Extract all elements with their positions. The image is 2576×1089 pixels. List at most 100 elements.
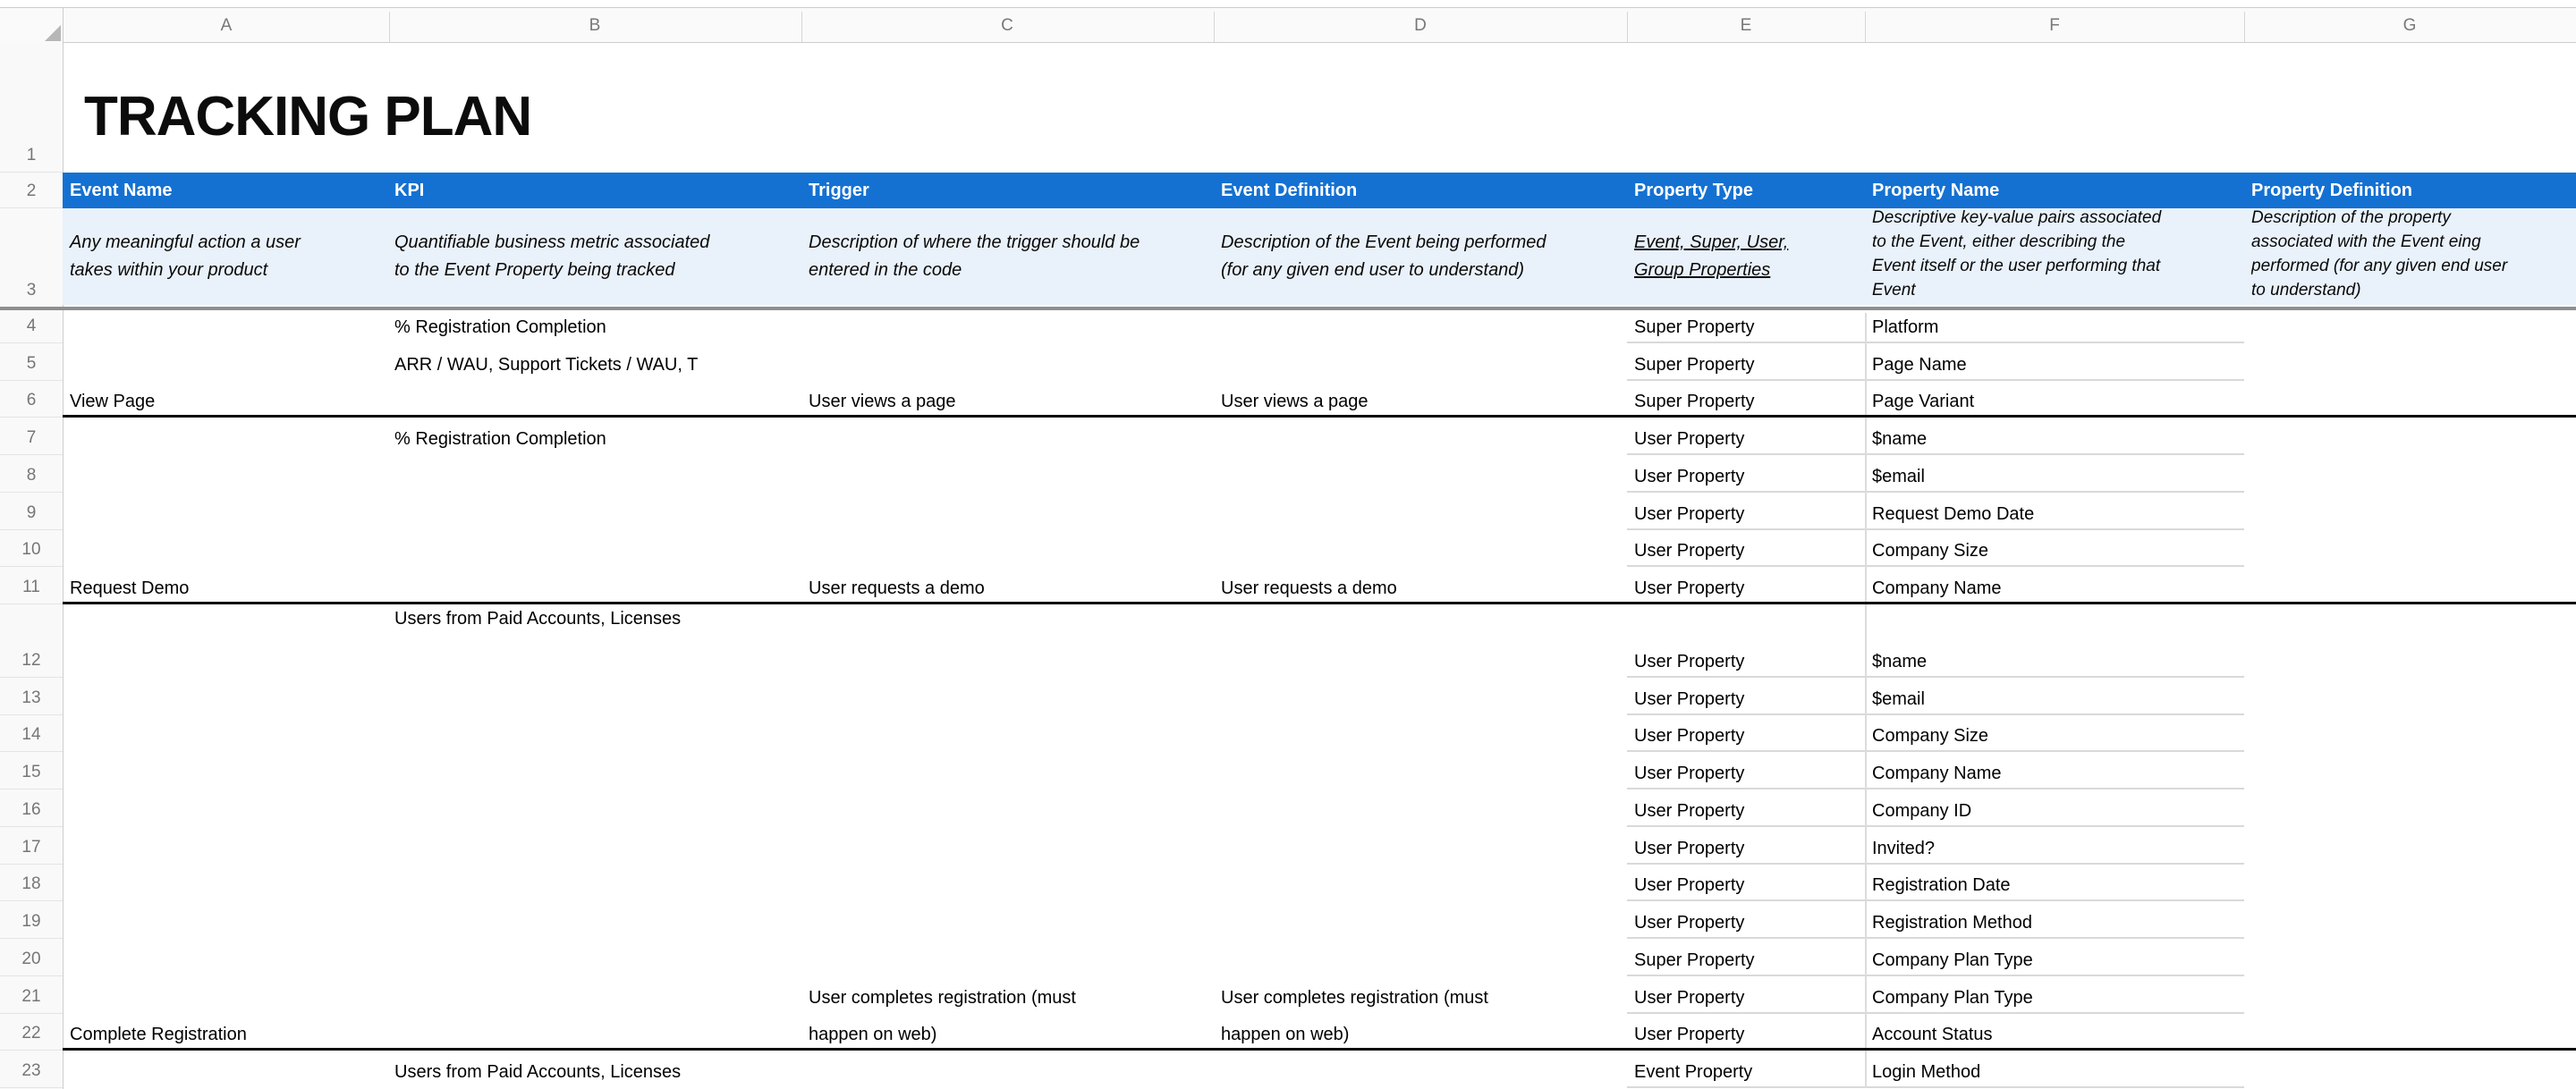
cell-G3[interactable]: Description of the property associated w… [2251,208,2576,305]
cell-E13[interactable]: User Property [1634,688,1744,710]
cell-A11[interactable]: Request Demo [70,578,189,599]
cell-E21[interactable]: User Property [1634,987,1744,1009]
cell-F6[interactable]: Page Variant [1872,391,1974,412]
row-header-18[interactable]: 18 [0,865,63,902]
cell-E19[interactable]: User Property [1634,912,1744,933]
cell-F3[interactable]: Descriptive key-value pairs associated t… [1872,208,2248,305]
cell-F22[interactable]: Account Status [1872,1024,1993,1045]
cell-C3[interactable]: Description of where the trigger should … [809,229,1140,284]
cell-B3[interactable]: Quantifiable business metric associated … [394,229,709,284]
cell-F17[interactable]: Invited? [1872,838,1935,859]
cell-E22[interactable]: User Property [1634,1024,1744,1045]
cell-A3[interactable]: Any meaningful action a user takes withi… [70,229,301,284]
cell-F13[interactable]: $email [1872,688,1925,710]
cell-D21[interactable]: User completes registration (must [1221,987,1488,1009]
cell-E8[interactable]: User Property [1634,466,1744,487]
cell-C21[interactable]: User completes registration (must [809,987,1076,1009]
cell-E14[interactable]: User Property [1634,725,1744,747]
column-header-C[interactable]: C [971,8,1043,42]
cell-E5[interactable]: Super Property [1634,354,1755,376]
row-header-13[interactable]: 13 [0,678,63,715]
cell-C6[interactable]: User views a page [809,391,956,412]
column-header-E[interactable]: E [1710,8,1782,42]
row-header-12[interactable]: 12 [0,604,63,678]
row-header-8[interactable]: 8 [0,455,63,493]
column-header-A[interactable]: A [191,8,262,42]
row-header-10[interactable]: 10 [0,530,63,568]
cell-E16[interactable]: User Property [1634,800,1744,822]
select-all-icon[interactable] [45,25,61,41]
row-header-23[interactable]: 23 [0,1051,63,1088]
cell-F15[interactable]: Company Name [1872,763,2002,784]
cell-E11[interactable]: User Property [1634,578,1744,599]
row-header-16[interactable]: 16 [0,789,63,827]
row-header-1[interactable]: 1 [0,42,63,173]
column-header-D[interactable]: D [1385,8,1456,42]
cell-E7[interactable]: User Property [1634,428,1744,450]
cell-A22[interactable]: Complete Registration [70,1024,247,1045]
cell-E3[interactable]: Event, Super, User, Group Properties [1634,229,1788,284]
cell-E15[interactable]: User Property [1634,763,1744,784]
cell-E6[interactable]: Super Property [1634,391,1755,412]
column-header-G[interactable]: G [2374,8,2445,42]
column-header-B[interactable]: B [559,8,631,42]
row-header-19[interactable]: 19 [0,901,63,939]
cell-E20[interactable]: Super Property [1634,950,1755,971]
cell-F16[interactable]: Company ID [1872,800,1971,822]
cell-B23[interactable]: Users from Paid Accounts, Licenses [394,1061,681,1083]
cell-A6[interactable]: View Page [70,391,155,412]
cell-F19[interactable]: Registration Method [1872,912,2032,933]
cell-D3[interactable]: Description of the Event being performed… [1221,229,1546,284]
cell-E9[interactable]: User Property [1634,503,1744,525]
cell-D22[interactable]: happen on web) [1221,1024,1349,1045]
cell-F8[interactable]: $email [1872,466,1925,487]
header-trigger[interactable]: Trigger [809,181,869,201]
cell-F20[interactable]: Company Plan Type [1872,950,2033,971]
cell-F5[interactable]: Page Name [1872,354,1967,376]
row-header-2[interactable]: 2 [0,173,63,208]
header-event-name[interactable]: Event Name [70,181,173,201]
row-header-14[interactable]: 14 [0,715,63,753]
header-property-type[interactable]: Property Type [1634,181,1753,201]
header-property-definition[interactable]: Property Definition [2251,181,2412,201]
cell-F7[interactable]: $name [1872,428,1927,450]
row-header-4[interactable]: 4 [0,306,63,343]
cell-F9[interactable]: Request Demo Date [1872,503,2034,525]
cell-F14[interactable]: Company Size [1872,725,1988,747]
row-header-15[interactable]: 15 [0,753,63,790]
column-header-F[interactable]: F [2019,8,2090,42]
row-header-5[interactable]: 5 [0,343,63,381]
row-header-6[interactable]: 6 [0,381,63,418]
cell-F4[interactable]: Platform [1872,317,1938,338]
header-kpi[interactable]: KPI [394,181,424,201]
cell-F12[interactable]: $name [1872,651,1927,672]
row-header-17[interactable]: 17 [0,827,63,865]
cell-E10[interactable]: User Property [1634,540,1744,561]
cell-E4[interactable]: Super Property [1634,317,1755,338]
cell-F11[interactable]: Company Name [1872,578,2002,599]
cell-B7[interactable]: % Registration Completion [394,428,606,450]
row-header-3[interactable]: 3 [0,208,63,308]
cell-C11[interactable]: User requests a demo [809,578,985,599]
cell-D6[interactable]: User views a page [1221,391,1368,412]
row-header-9[interactable]: 9 [0,493,63,530]
cell-F23[interactable]: Login Method [1872,1061,1980,1083]
cell-F21[interactable]: Company Plan Type [1872,987,2033,1009]
cell-B5[interactable]: ARR / WAU, Support Tickets / WAU, T [394,354,698,376]
sheet-title[interactable]: TRACKING PLAN [84,85,531,148]
row-header-20[interactable]: 20 [0,939,63,976]
row-header-22[interactable]: 22 [0,1014,63,1051]
cell-F10[interactable]: Company Size [1872,540,1988,561]
row-header-7[interactable]: 7 [0,418,63,455]
cell-E18[interactable]: User Property [1634,874,1744,896]
cell-E23[interactable]: Event Property [1634,1061,1752,1083]
cell-B12[interactable]: Users from Paid Accounts, Licenses [394,608,681,629]
cell-F18[interactable]: Registration Date [1872,874,2011,896]
header-event-definition[interactable]: Event Definition [1221,181,1357,201]
row-header-11[interactable]: 11 [0,567,63,604]
cell-E12[interactable]: User Property [1634,651,1744,672]
cell-C22[interactable]: happen on web) [809,1024,936,1045]
cell-D11[interactable]: User requests a demo [1221,578,1397,599]
cell-B4[interactable]: % Registration Completion [394,317,606,338]
header-property-name[interactable]: Property Name [1872,181,1999,201]
